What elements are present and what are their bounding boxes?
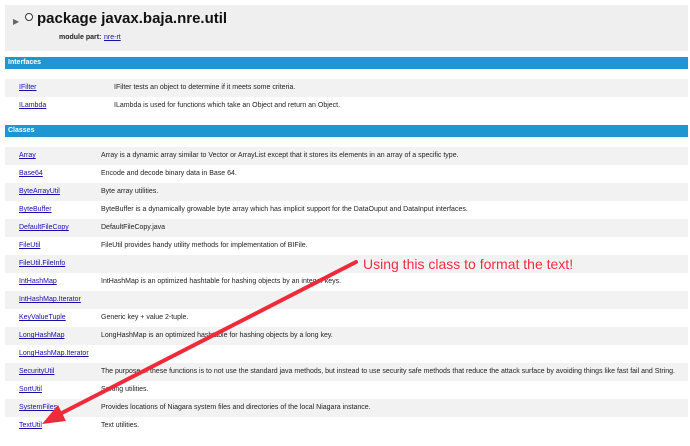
interface-description: IFilter tests an object to determine if …: [114, 84, 296, 91]
class-description: The purpose of these functions is to not…: [101, 368, 675, 375]
class-link-array[interactable]: Array: [19, 147, 36, 165]
table-row: DefaultFileCopy DefaultFileCopy.java: [5, 219, 688, 237]
table-row: LongHashMap LongHashMap is an optimized …: [5, 327, 688, 345]
table-row: TextUtil Text utilities.: [5, 417, 688, 435]
table-row: Base64 Encode and decode binary data in …: [5, 165, 688, 183]
class-link-keyvaluetuple[interactable]: KeyValueTuple: [19, 309, 66, 327]
module-part-link[interactable]: nre-rt: [104, 34, 121, 41]
table-row: SecurityUtil The purpose of these functi…: [5, 363, 688, 381]
table-row: IFilter IFilter tests an object to deter…: [5, 79, 688, 97]
class-description: Encode and decode binary data in Base 64…: [101, 170, 237, 177]
interface-link-ilambda[interactable]: ILambda: [19, 97, 46, 115]
class-link-bytearrayutil[interactable]: ByteArrayUtil: [19, 183, 60, 201]
table-row: SystemFiles Provides locations of Niagar…: [5, 399, 688, 417]
package-icon: [25, 13, 33, 21]
package-header: ▶ package javax.baja.nre.util module par…: [5, 5, 688, 51]
table-row: FileUtil.FileInfo: [5, 255, 688, 273]
class-link-defaultfilecopy[interactable]: DefaultFileCopy: [19, 219, 69, 237]
classes-section-heading: Classes: [5, 125, 688, 137]
module-part-label: module part:: [59, 34, 102, 41]
class-description: Array is a dynamic array similar to Vect…: [101, 152, 459, 159]
table-row: ByteBuffer ByteBuffer is a dynamically g…: [5, 201, 688, 219]
class-description: Text utilities.: [101, 422, 140, 429]
class-link-inthashmap[interactable]: IntHashMap: [19, 273, 57, 291]
class-description: IntHashMap is an optimized hashtable for…: [101, 278, 342, 285]
class-link-textutil[interactable]: TextUtil: [19, 417, 42, 435]
class-link-systemfiles[interactable]: SystemFiles: [19, 399, 57, 417]
annotation-text: Using this class to format the text!: [363, 256, 574, 272]
collapse-caret-icon[interactable]: ▶: [13, 17, 19, 26]
table-row: FileUtil FileUtil provides handy utility…: [5, 237, 688, 255]
class-description: Generic key + value 2-tuple.: [101, 314, 189, 321]
class-link-longhashmap[interactable]: LongHashMap: [19, 327, 65, 345]
table-row: SortUtil Sorting utilities.: [5, 381, 688, 399]
class-link-securityutil[interactable]: SecurityUtil: [19, 363, 54, 381]
table-row: KeyValueTuple Generic key + value 2-tupl…: [5, 309, 688, 327]
table-row: ILambda ILambda is used for functions wh…: [5, 97, 688, 115]
class-description: LongHashMap is an optimized hashtable fo…: [101, 332, 333, 339]
class-description: ByteBuffer is a dynamically growable byt…: [101, 206, 468, 213]
class-link-bytebuffer[interactable]: ByteBuffer: [19, 201, 52, 219]
table-row: IntHashMap IntHashMap is an optimized ha…: [5, 273, 688, 291]
class-link-longhashmap-iterator[interactable]: LongHashMap.Iterator: [19, 345, 89, 363]
class-link-fileutil-fileinfo[interactable]: FileUtil.FileInfo: [19, 255, 65, 273]
interface-description: ILambda is used for functions which take…: [114, 102, 341, 109]
interfaces-section-heading: Interfaces: [5, 57, 688, 69]
interface-link-ifilter[interactable]: IFilter: [19, 79, 37, 97]
class-description: DefaultFileCopy.java: [101, 224, 166, 231]
class-description: Sorting utilities.: [101, 386, 149, 393]
class-description: FileUtil provides handy utility methods …: [101, 242, 308, 249]
class-link-base64[interactable]: Base64: [19, 165, 43, 183]
class-link-sortutil[interactable]: SortUtil: [19, 381, 42, 399]
class-link-inthashmap-iterator[interactable]: IntHashMap.Iterator: [19, 291, 81, 309]
table-row: Array Array is a dynamic array similar t…: [5, 147, 688, 165]
class-link-fileutil[interactable]: FileUtil: [19, 237, 40, 255]
table-row: IntHashMap.Iterator: [5, 291, 688, 309]
class-description: Provides locations of Niagara system fil…: [101, 404, 371, 411]
table-row: LongHashMap.Iterator: [5, 345, 688, 363]
class-description: Byte array utilities.: [101, 188, 159, 195]
page-title: package javax.baja.nre.util: [37, 10, 228, 27]
table-row: ByteArrayUtil Byte array utilities.: [5, 183, 688, 201]
